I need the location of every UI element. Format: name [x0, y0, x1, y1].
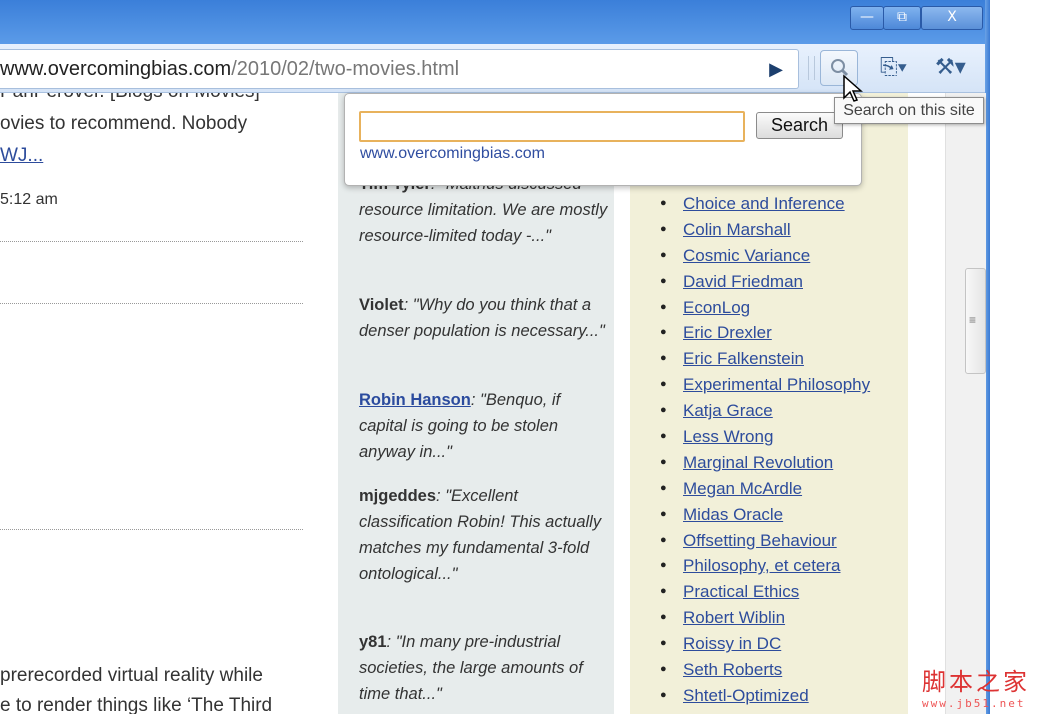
blogroll-item: Cosmic Variance: [660, 243, 870, 269]
blogroll-item: Eric Drexler: [660, 320, 870, 346]
blogroll-column: Choice and Inference Colin Marshall Cosmic…: [630, 93, 908, 714]
minimize-button[interactable]: —: [850, 6, 884, 30]
article-column: PanPerover. [Blogs on Movies] ovies to r…: [0, 93, 330, 714]
divider: [0, 241, 303, 242]
go-icon[interactable]: ▶: [762, 58, 790, 80]
blogroll-link[interactable]: EconLog: [683, 298, 750, 317]
blogroll-list: Choice and Inference Colin Marshall Cosmic…: [660, 191, 870, 709]
blogroll-link[interactable]: Experimental Philosophy: [683, 375, 870, 394]
blogroll-link[interactable]: Katja Grace: [683, 401, 773, 420]
vertical-scrollbar[interactable]: ≡: [945, 93, 986, 714]
blogroll-link[interactable]: Offsetting Behaviour: [683, 531, 837, 550]
watermark: 脚本之家 www.jb51.net: [922, 662, 1052, 710]
blogroll-item: Offsetting Behaviour: [660, 528, 870, 554]
blogroll-link[interactable]: Philosophy, et cetera: [683, 556, 841, 575]
address-bar[interactable]: www.overcomingbias.com/2010/02/two-movie…: [0, 49, 799, 89]
watermark-text: 脚本之家: [922, 668, 1030, 696]
article-text-line: e to render things like ‘The Third: [0, 695, 273, 714]
comment-author: y81: [359, 633, 387, 651]
url-text[interactable]: www.overcomingbias.com/2010/02/two-movie…: [0, 58, 459, 81]
window-titlebar: — ⧉ X: [0, 0, 988, 44]
toolbar-separator: [808, 56, 815, 80]
comment-author: Violet: [359, 296, 404, 314]
blogroll-item: Eric Falkenstein: [660, 346, 870, 372]
blogroll-item: Robert Wiblin: [660, 605, 870, 631]
page-menu-icon[interactable]: ⎘▾: [880, 54, 920, 82]
blogroll-item: Roissy in DC: [660, 631, 870, 657]
blogroll-item: Experimental Philosophy: [660, 372, 870, 398]
url-host: www.overcomingbias.com: [0, 58, 232, 80]
blogroll-item: Katja Grace: [660, 398, 870, 424]
mouse-cursor-icon: [843, 74, 863, 102]
blogroll-link[interactable]: Practical Ethics: [683, 582, 799, 601]
blogroll-link[interactable]: Megan McArdle: [683, 479, 802, 498]
blogroll-item: Marginal Revolution: [660, 450, 870, 476]
blogroll-link[interactable]: David Friedman: [683, 272, 803, 291]
comment-item: mjgeddes: "Excellent classification Robi…: [359, 483, 609, 587]
site-search-input[interactable]: [359, 111, 745, 142]
blogroll-link[interactable]: Marginal Revolution: [683, 453, 833, 472]
blogroll-item: Less Wrong: [660, 424, 870, 450]
site-search-popup: Search www.overcomingbias.com: [344, 93, 862, 186]
blogroll-item: David Friedman: [660, 269, 870, 295]
blogroll-link[interactable]: Roissy in DC: [683, 634, 781, 653]
comment-author: mjgeddes: [359, 487, 437, 505]
blogroll-item: Practical Ethics: [660, 579, 870, 605]
blogroll-item: Shtetl-Optimized: [660, 683, 870, 709]
comment-author-link[interactable]: Robin Hanson: [359, 391, 471, 409]
blogroll-link[interactable]: Eric Drexler: [683, 323, 772, 342]
blogroll-item: Midas Oracle: [660, 502, 870, 528]
article-text-line: prerecorded virtual reality while: [0, 665, 263, 686]
article-text-line: ovies to recommend. Nobody: [0, 113, 248, 134]
blogroll-item: EconLog: [660, 295, 870, 321]
blogroll-item: Seth Roberts: [660, 657, 870, 683]
divider: [0, 303, 303, 304]
blogroll-link[interactable]: Robert Wiblin: [683, 608, 785, 627]
watermark-url: www.jb51.net: [922, 697, 1026, 710]
comment-item: y81: "In many pre-industrial societies, …: [359, 629, 609, 707]
browser-toolbar: www.overcomingbias.com/2010/02/two-movie…: [0, 44, 985, 93]
blogroll-link[interactable]: Midas Oracle: [683, 505, 783, 524]
blogroll-link[interactable]: Eric Falkenstein: [683, 349, 804, 368]
blogroll-item: Choice and Inference: [660, 191, 870, 217]
blogroll-link[interactable]: Less Wrong: [683, 427, 773, 446]
page-content: PanPerover. [Blogs on Movies] ovies to r…: [0, 93, 945, 714]
blogroll-item: Philosophy, et cetera: [660, 553, 870, 579]
blogroll-link[interactable]: Shtetl-Optimized: [683, 686, 809, 705]
comment-excerpt[interactable]: : "In many pre-industrial societies, the…: [359, 633, 583, 703]
scrollbar-thumb[interactable]: ≡: [965, 268, 986, 374]
article-text-line: PanPerover. [Blogs on Movies]: [0, 93, 260, 103]
article-link[interactable]: WJ...: [0, 145, 43, 167]
search-button[interactable]: Search: [756, 112, 843, 139]
blogroll-link[interactable]: Cosmic Variance: [683, 246, 810, 265]
blogroll-link[interactable]: Colin Marshall: [683, 220, 791, 239]
blogroll-item: Megan McArdle: [660, 476, 870, 502]
blogroll-item: Colin Marshall: [660, 217, 870, 243]
blogroll-link[interactable]: Choice and Inference: [683, 194, 845, 213]
recent-comments-column: Tim Tyler: "Malthus discussed resource l…: [338, 93, 614, 714]
grip-icon: ≡: [969, 313, 977, 327]
search-site-label: www.overcomingbias.com: [360, 145, 545, 162]
divider: [0, 529, 303, 530]
close-button[interactable]: X: [921, 6, 983, 30]
restore-button[interactable]: ⧉: [883, 6, 921, 30]
comment-item: Violet: "Why do you think that a denser …: [359, 292, 609, 344]
wrench-menu-icon[interactable]: ⚒▾: [935, 54, 979, 82]
comment-item: Robin Hanson: "Benquo, if capital is goi…: [359, 387, 609, 465]
comment-timestamp: 5:12 am: [0, 191, 58, 208]
blogroll-link[interactable]: Seth Roberts: [683, 660, 782, 679]
url-path: /2010/02/two-movies.html: [231, 58, 460, 80]
